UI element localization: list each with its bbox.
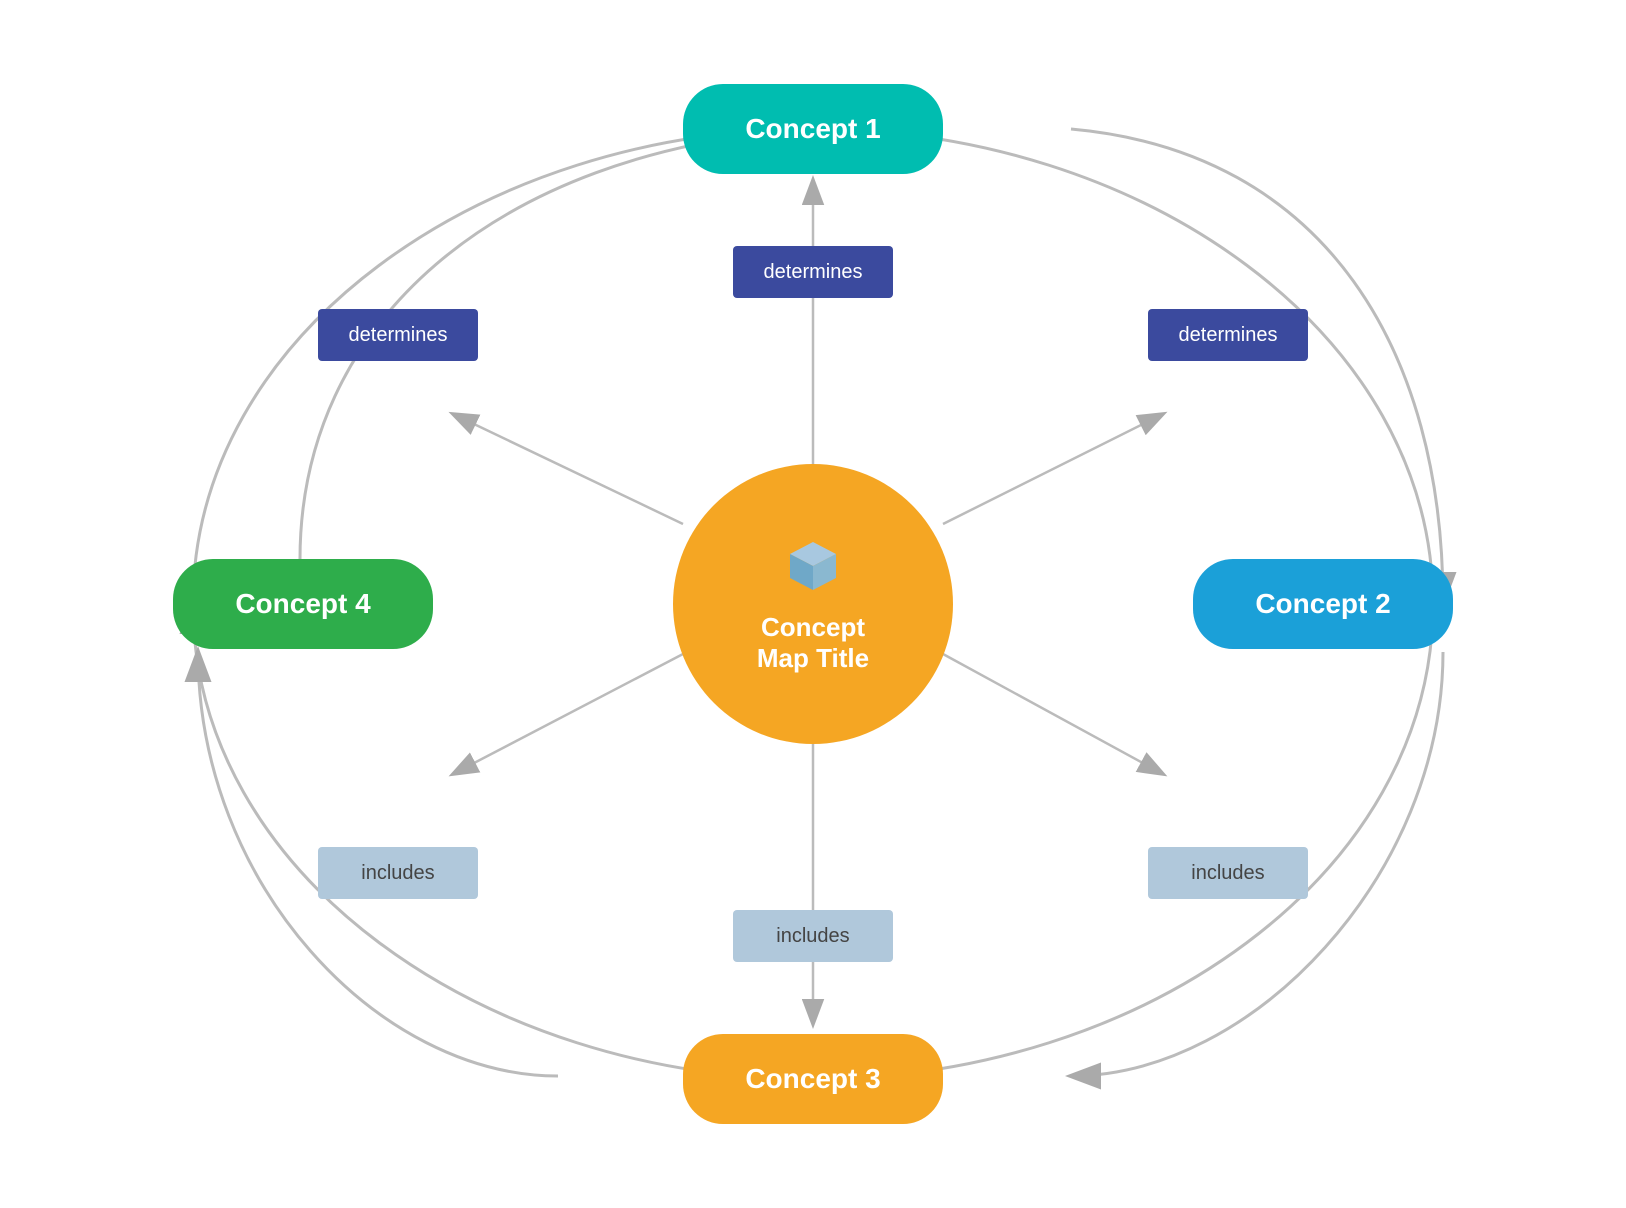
concept-1-label: Concept 1 — [745, 113, 880, 145]
center-concept-node: Concept Map Title — [673, 464, 953, 744]
includes-label-bottom: includes — [733, 910, 893, 962]
determines-label-left: determines — [318, 309, 478, 361]
determines-label-right: determines — [1148, 309, 1308, 361]
concept-2-label: Concept 2 — [1255, 588, 1390, 620]
concept-3-label: Concept 3 — [745, 1063, 880, 1095]
concept-3-node: Concept 3 — [683, 1034, 943, 1124]
center-label: Concept Map Title — [757, 612, 869, 674]
cube-icon — [778, 534, 848, 604]
concept-map-diagram: Concept 1 Concept 2 Concept 3 Concept 4 … — [163, 54, 1463, 1154]
determines-label-top: determines — [733, 246, 893, 298]
concept-1-node: Concept 1 — [683, 84, 943, 174]
includes-label-right: includes — [1148, 847, 1308, 899]
concept-2-node: Concept 2 — [1193, 559, 1453, 649]
concept-4-label: Concept 4 — [235, 588, 370, 620]
includes-label-left: includes — [318, 847, 478, 899]
concept-4-node: Concept 4 — [173, 559, 433, 649]
